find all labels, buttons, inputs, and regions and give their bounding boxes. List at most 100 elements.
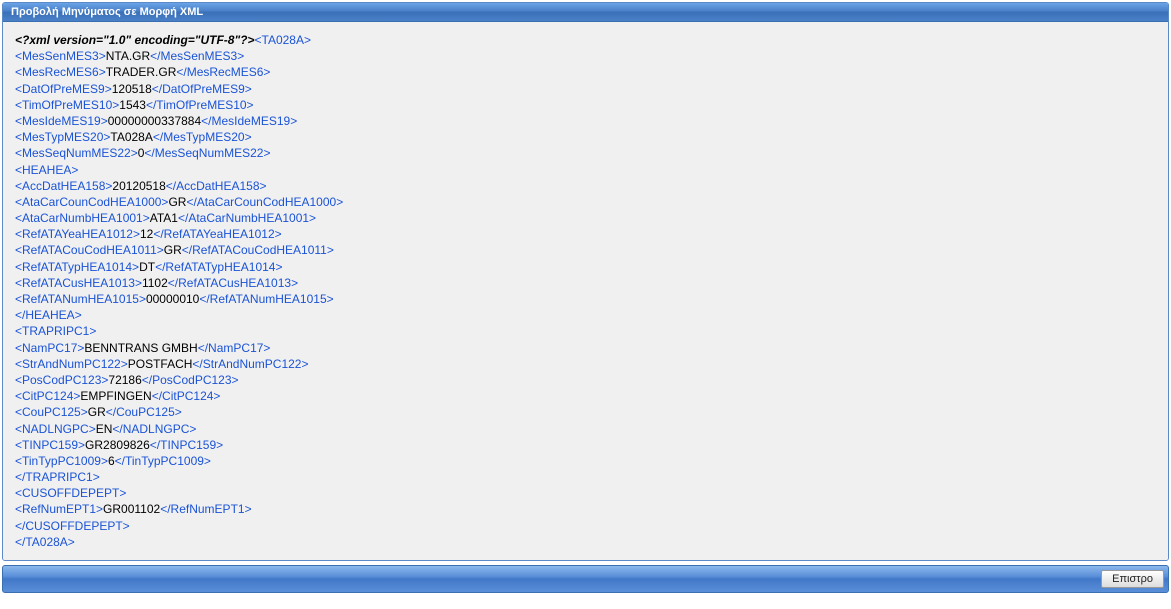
xml-tag: <MesRecMES6> <box>15 65 106 79</box>
xml-tag: <RefATAYeaHEA1012> <box>15 227 140 241</box>
xml-value: GR <box>168 195 186 209</box>
xml-tag: </AtaCarCounCodHEA1000> <box>186 195 343 209</box>
xml-line: <TINPC159>GR2809826</TINPC159> <box>15 437 1156 453</box>
xml-line: <?xml version="1.0" encoding="UTF-8"?><T… <box>15 32 1156 48</box>
xml-line: <NADLNGPC>EN</NADLNGPC> <box>15 421 1156 437</box>
xml-value: 1102 <box>142 276 168 290</box>
xml-value: BENNTRANS GMBH <box>84 341 197 355</box>
xml-tag: <AccDatHEA158> <box>15 179 112 193</box>
xml-line: <MesRecMES6>TRADER.GR</MesRecMES6> <box>15 64 1156 80</box>
xml-tag: </TinTypPC1009> <box>115 454 211 468</box>
xml-line: <RefATATypHEA1014>DT</RefATATypHEA1014> <box>15 259 1156 275</box>
xml-line: </HEAHEA> <box>15 307 1156 323</box>
xml-tag: <PosCodPC123> <box>15 373 108 387</box>
xml-line: <AtaCarCounCodHEA1000>GR</AtaCarCounCodH… <box>15 194 1156 210</box>
panel-title: Προβολή Μηνύματος σε Μορφή XML <box>11 6 203 18</box>
xml-line: <RefATACusHEA1013>1102</RefATACusHEA1013… <box>15 275 1156 291</box>
xml-tag: </RefNumEPT1> <box>160 502 251 516</box>
xml-line: </TRAPRIPC1> <box>15 469 1156 485</box>
xml-line: <AtaCarNumbHEA1001>ATA1</AtaCarNumbHEA10… <box>15 210 1156 226</box>
xml-value: GR <box>88 405 106 419</box>
xml-tag: <RefATANumHEA1015> <box>15 292 146 306</box>
xml-tag: </NADLNGPC> <box>112 422 196 436</box>
xml-tag: </RefATACouCodHEA1011> <box>182 243 334 257</box>
xml-tag: <MesSeqNumMES22> <box>15 146 138 160</box>
xml-value: DT <box>139 260 155 274</box>
xml-tag: </RefATAYeaHEA1012> <box>153 227 281 241</box>
xml-line: </TA028A> <box>15 534 1156 550</box>
xml-line: <TinTypPC1009>6</TinTypPC1009> <box>15 453 1156 469</box>
xml-line: <CUSOFFDEPEPT> <box>15 485 1156 501</box>
xml-tag: <AtaCarCounCodHEA1000> <box>15 195 168 209</box>
xml-tag: </AtaCarNumbHEA1001> <box>178 211 316 225</box>
panel-header: Προβολή Μηνύματος σε Μορφή XML <box>3 3 1168 22</box>
xml-tag: </TimOfPreMES10> <box>146 98 254 112</box>
xml-tag: </TA028A> <box>15 535 75 549</box>
xml-line: <RefATAYeaHEA1012>12</RefATAYeaHEA1012> <box>15 226 1156 242</box>
xml-value: GR001102 <box>103 502 160 516</box>
xml-tag: <NADLNGPC> <box>15 422 96 436</box>
xml-line: <TRAPRIPC1> <box>15 323 1156 339</box>
xml-tag: </TINPC159> <box>150 438 223 452</box>
xml-value: TRADER.GR <box>106 65 177 79</box>
xml-value: ATA1 <box>150 211 178 225</box>
xml-tag: </AccDatHEA158> <box>166 179 267 193</box>
xml-value: 00000010 <box>146 292 199 306</box>
back-button[interactable]: Επιστρο <box>1101 570 1164 588</box>
xml-line: <TimOfPreMES10>1543</TimOfPreMES10> <box>15 97 1156 113</box>
xml-tag: </MesIdeMES19> <box>201 114 297 128</box>
xml-line: <NamPC17>BENNTRANS GMBH</NamPC17> <box>15 340 1156 356</box>
xml-tag: <AtaCarNumbHEA1001> <box>15 211 150 225</box>
xml-tag: </CitPC124> <box>152 389 221 403</box>
xml-value: EN <box>96 422 113 436</box>
xml-value: 72186 <box>108 373 141 387</box>
xml-value: 20120518 <box>112 179 165 193</box>
xml-tag: </DatOfPreMES9> <box>152 82 252 96</box>
xml-line: <CouPC125>GR</CouPC125> <box>15 404 1156 420</box>
xml-tag: <TA028A> <box>255 33 311 47</box>
xml-tag: <MesSenMES3> <box>15 49 106 63</box>
xml-value: 1543 <box>119 98 146 112</box>
xml-tag: <MesIdeMES19> <box>15 114 108 128</box>
xml-tag: <CouPC125> <box>15 405 88 419</box>
xml-tag: <RefATACouCodHEA1011> <box>15 243 164 257</box>
xml-tag: </MesSeqNumMES22> <box>144 146 270 160</box>
xml-tag: </RefATATypHEA1014> <box>155 260 282 274</box>
xml-value: 12 <box>140 227 153 241</box>
xml-line: <CitPC124>EMPFINGEN</CitPC124> <box>15 388 1156 404</box>
footer-bar: Επιστρο <box>2 565 1169 593</box>
xml-tag: </HEAHEA> <box>15 308 82 322</box>
xml-tag: <RefATATypHEA1014> <box>15 260 139 274</box>
xml-line: <RefATANumHEA1015>00000010</RefATANumHEA… <box>15 291 1156 307</box>
xml-tag: </MesSenMES3> <box>150 49 244 63</box>
xml-value: EMPFINGEN <box>80 389 151 403</box>
xml-tag: </CUSOFFDEPEPT> <box>15 519 130 533</box>
xml-value: GR <box>164 243 182 257</box>
xml-value: POSTFACH <box>128 357 193 371</box>
xml-line: <MesIdeMES19>00000000337884</MesIdeMES19… <box>15 113 1156 129</box>
xml-declaration: <?xml version="1.0" encoding="UTF-8"?> <box>15 33 255 47</box>
xml-line: <MesSeqNumMES22>0</MesSeqNumMES22> <box>15 145 1156 161</box>
xml-tag: <NamPC17> <box>15 341 84 355</box>
xml-tag: </TRAPRIPC1> <box>15 470 100 484</box>
xml-tag: <HEAHEA> <box>15 163 78 177</box>
xml-value: 00000000337884 <box>108 114 201 128</box>
xml-tag: </PosCodPC123> <box>142 373 239 387</box>
xml-line: <MesTypMES20>TA028A</MesTypMES20> <box>15 129 1156 145</box>
xml-line: <RefNumEPT1>GR001102</RefNumEPT1> <box>15 501 1156 517</box>
xml-line: <MesSenMES3>NTA.GR</MesSenMES3> <box>15 48 1156 64</box>
xml-tag: <DatOfPreMES9> <box>15 82 112 96</box>
xml-tag: </StrAndNumPC122> <box>192 357 308 371</box>
xml-value: 120518 <box>112 82 152 96</box>
xml-tag: <TRAPRIPC1> <box>15 324 96 338</box>
xml-tag: <RefATACusHEA1013> <box>15 276 142 290</box>
xml-tag: <TinTypPC1009> <box>15 454 108 468</box>
xml-value: GR2809826 <box>85 438 150 452</box>
xml-tag: </MesRecMES6> <box>176 65 270 79</box>
xml-value: NTA.GR <box>106 49 150 63</box>
xml-tag: </RefATANumHEA1015> <box>199 292 333 306</box>
xml-line: </CUSOFFDEPEPT> <box>15 518 1156 534</box>
xml-tag: <MesTypMES20> <box>15 130 110 144</box>
xml-tag: <CUSOFFDEPEPT> <box>15 486 126 500</box>
xml-content: <?xml version="1.0" encoding="UTF-8"?><T… <box>3 22 1168 560</box>
